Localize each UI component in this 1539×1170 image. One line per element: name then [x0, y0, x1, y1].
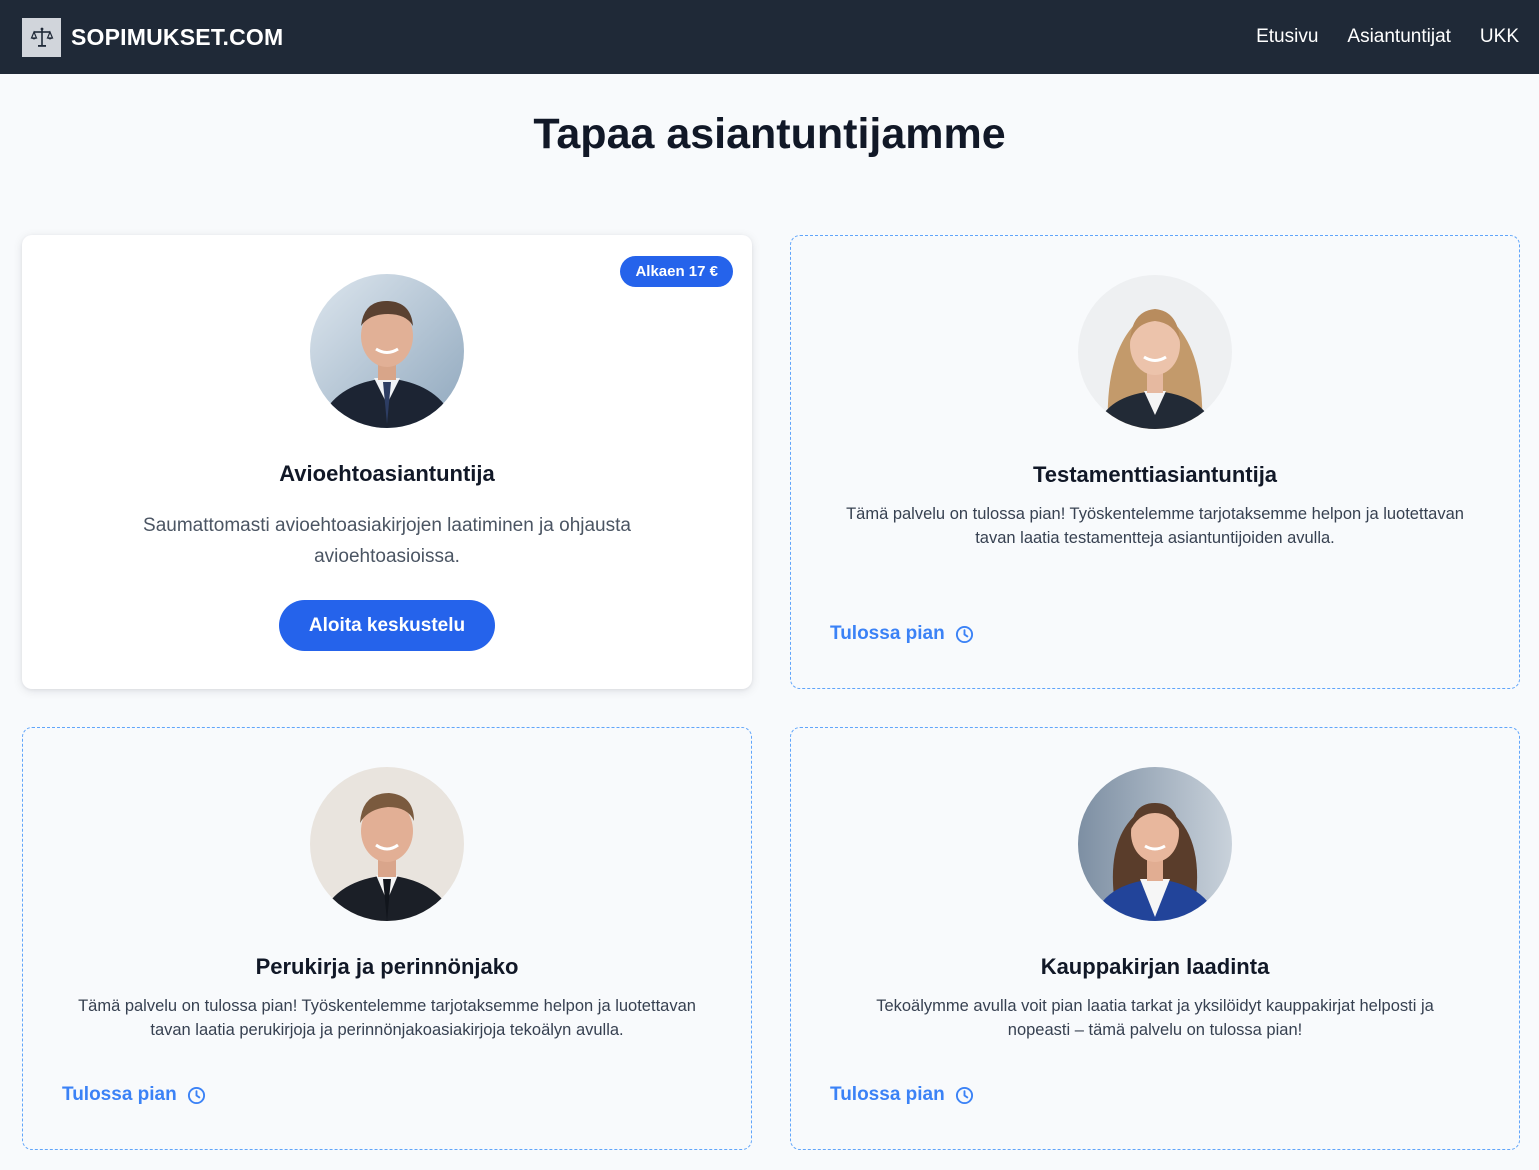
coming-soon-label: Tulossa pian — [830, 623, 945, 644]
main-nav: Etusivu Asiantuntijat UKK — [1256, 26, 1519, 48]
coming-soon-label: Tulossa pian — [830, 1084, 945, 1105]
coming-soon-label: Tulossa pian — [62, 1084, 177, 1105]
brand[interactable]: SOPIMUKSET.COM — [22, 17, 284, 57]
coming-soon-status: Tulossa pian — [830, 1084, 974, 1106]
expert-card-perukirja: Perukirja ja perinnönjako Tämä palvelu o… — [22, 727, 752, 1150]
card-title: Testamenttiasiantuntija — [1032, 462, 1278, 487]
price-badge: Alkaen 17 € — [620, 256, 733, 287]
card-description: Saumattomasti avioehtoasiakirjojen laati… — [143, 515, 631, 567]
card-description: Tämä palvelu on tulossa pian! Työskentel… — [846, 505, 1464, 547]
expert-card-avioehto: Alkaen 17 € Avioehtoasiantuntija Saumatt… — [22, 235, 752, 689]
brand-name: SOPIMUKSET.COM — [71, 23, 284, 50]
page-title: Tapaa asiantuntijamme — [533, 110, 1006, 158]
card-description: Tämä palvelu on tulossa pian! Työskentel… — [78, 997, 696, 1039]
coming-soon-status: Tulossa pian — [830, 623, 974, 645]
expert-card-testamentti: Testamenttiasiantuntija Tämä palvelu on … — [790, 235, 1520, 689]
clock-icon — [955, 1086, 973, 1104]
card-title: Kauppakirjan laadinta — [1040, 954, 1270, 979]
nav-link-etusivu[interactable]: Etusivu — [1256, 26, 1318, 48]
scales-of-justice-icon — [22, 17, 61, 57]
expert-avatar — [1078, 275, 1232, 429]
card-title: Avioehtoasiantuntija — [279, 461, 495, 486]
expert-card-kauppakirja: Kauppakirjan laadinta Tekoälymme avulla … — [790, 727, 1520, 1150]
nav-link-asiantuntijat[interactable]: Asiantuntijat — [1347, 26, 1451, 48]
coming-soon-status: Tulossa pian — [62, 1084, 206, 1106]
nav-link-ukk[interactable]: UKK — [1480, 26, 1519, 48]
card-description: Tekoälymme avulla voit pian laatia tarka… — [876, 997, 1434, 1039]
clock-icon — [187, 1086, 205, 1104]
expert-avatar — [310, 767, 464, 921]
expert-avatar — [310, 274, 464, 428]
start-chat-button[interactable]: Aloita keskustelu — [279, 600, 495, 651]
card-title: Perukirja ja perinnönjako — [255, 954, 519, 979]
clock-icon — [955, 625, 973, 643]
expert-avatar — [1078, 767, 1232, 921]
top-navbar: SOPIMUKSET.COM Etusivu Asiantuntijat UKK — [0, 0, 1539, 74]
